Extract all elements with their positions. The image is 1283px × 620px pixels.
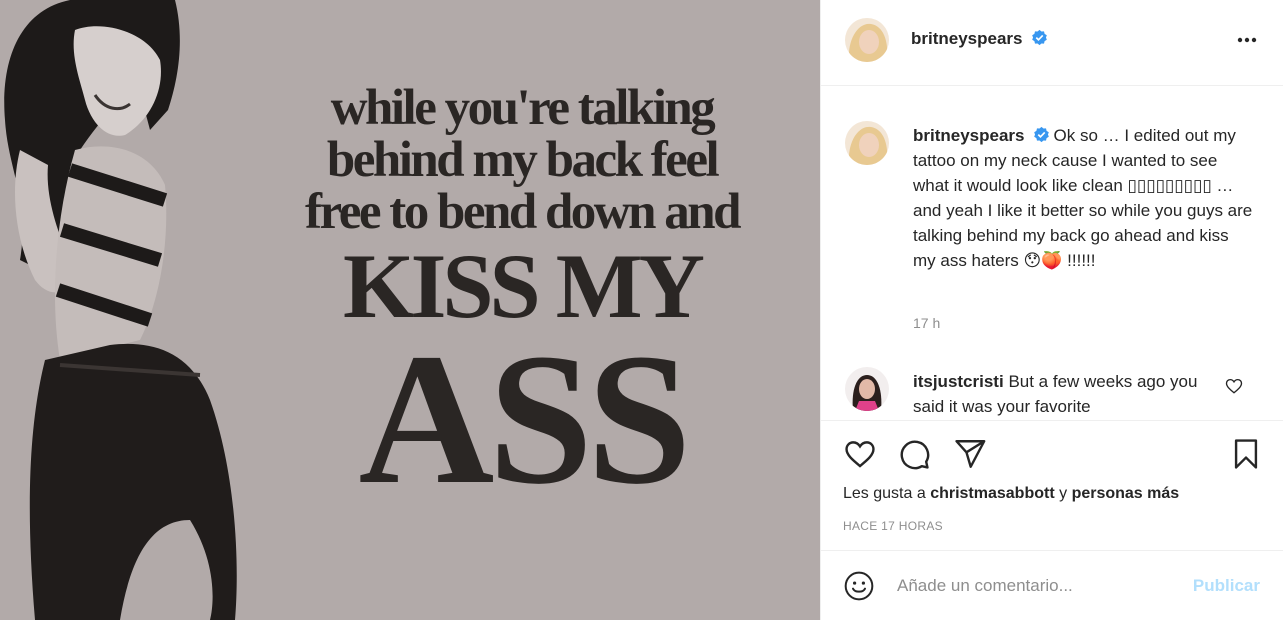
author-username[interactable]: britneyspears (911, 29, 1023, 48)
likes-user[interactable]: christmasabbott (930, 485, 1054, 502)
paper-plane-icon[interactable] (953, 437, 987, 471)
post-caption: britneyspears Ok so … I edited out my ta… (913, 123, 1253, 273)
more-options-icon[interactable] (1232, 28, 1262, 52)
likes-others[interactable]: personas más (1072, 485, 1180, 502)
comment-username[interactable]: itsjustcristi (913, 372, 1004, 391)
publish-button[interactable]: Publicar (1193, 576, 1260, 596)
posted-ago[interactable]: HACE 17 HORAS (843, 519, 943, 533)
likes-summary: Les gusta a christmasabbott y personas m… (843, 485, 1179, 503)
quote-line-5: ASS (358, 314, 692, 523)
caption-avatar[interactable] (845, 121, 889, 165)
comment-bubble-icon[interactable] (897, 437, 931, 471)
post-side-panel: britneyspears britneyspears Ok so … I ed… (820, 0, 1283, 620)
comments-list[interactable]: britneyspears Ok so … I edited out my ta… (821, 87, 1283, 419)
verified-badge-icon (1032, 29, 1047, 46)
woman-photo (4, 0, 237, 620)
bookmark-icon[interactable] (1229, 437, 1263, 471)
post-actions: Les gusta a christmasabbott y personas m… (821, 420, 1283, 550)
commenter-avatar[interactable] (845, 367, 889, 411)
comment-item: itsjustcristi But a few weeks ago you sa… (913, 369, 1223, 419)
quote-line-3: free to bend down and (305, 184, 741, 240)
author-avatar[interactable] (845, 18, 889, 62)
heart-icon[interactable] (843, 437, 877, 471)
caption-text: Ok so … I edited out my tattoo on my nec… (913, 126, 1253, 270)
quote-line-2: behind my back feel (326, 132, 720, 188)
likes-prefix: Les gusta a (843, 485, 926, 502)
verified-badge-icon (1033, 126, 1049, 143)
add-comment-bar: Publicar (821, 550, 1283, 620)
post-image[interactable]: while you're talking behind my back feel… (0, 0, 820, 620)
caption-time[interactable]: 17 h (913, 315, 940, 331)
image-quote-text: while you're talking behind my back feel… (262, 80, 782, 523)
comment-heart-icon[interactable] (1225, 377, 1243, 395)
quote-line-1: while you're talking (330, 80, 716, 136)
smiley-icon[interactable] (843, 570, 875, 602)
likes-connector: y (1059, 485, 1068, 502)
comment-input[interactable] (897, 571, 1177, 601)
post-header: britneyspears (821, 0, 1283, 86)
caption-username[interactable]: britneyspears (913, 126, 1025, 145)
